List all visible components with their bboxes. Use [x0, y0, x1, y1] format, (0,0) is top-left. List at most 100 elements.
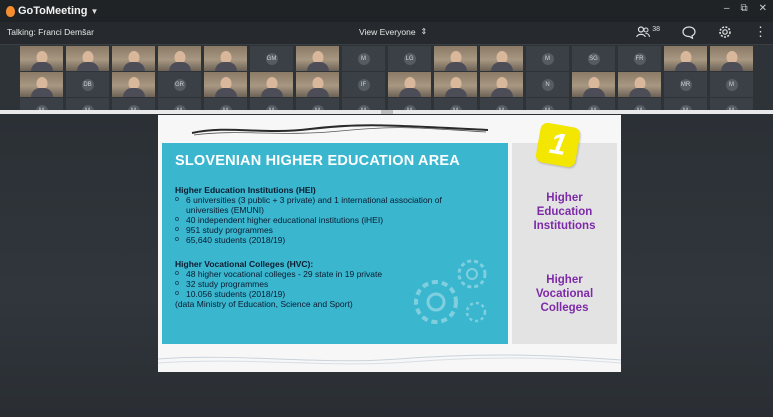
participant-tile[interactable]: [296, 46, 339, 71]
decorative-wave-icon: [191, 124, 489, 136]
participant-tile[interactable]: DB: [66, 72, 109, 97]
participant-tile[interactable]: M: [296, 98, 339, 110]
participant-tile[interactable]: [158, 46, 201, 71]
participant-tile[interactable]: [112, 72, 155, 97]
participant-tile[interactable]: IF: [342, 72, 385, 97]
participant-video-body: [720, 62, 743, 71]
hvc-item: 48 higher vocational colleges - 29 state…: [175, 269, 382, 279]
close-button[interactable]: ✕: [759, 3, 767, 14]
participant-tile[interactable]: M: [66, 98, 109, 110]
participant-tile[interactable]: M: [20, 98, 63, 110]
restore-button[interactable]: ⧉: [740, 3, 747, 14]
hei-item: 951 study programmes: [175, 225, 442, 235]
participant-video-body: [214, 62, 237, 71]
side-label-hei: Higher Education Institutions: [512, 191, 617, 233]
gear-icon: [719, 26, 731, 38]
participant-tile[interactable]: M: [342, 98, 385, 110]
participant-tile[interactable]: M: [664, 98, 707, 110]
participant-tile[interactable]: M: [618, 98, 661, 110]
participant-tile[interactable]: MR: [664, 72, 707, 97]
hei-section: Higher Education Institutions (HEI) 6 un…: [175, 185, 442, 245]
people-icon: [636, 26, 651, 38]
participant-tile[interactable]: M: [388, 98, 431, 110]
participant-video-body: [122, 62, 145, 71]
participant-tile[interactable]: M: [204, 98, 247, 110]
participant-tile[interactable]: [434, 72, 477, 97]
participant-tile[interactable]: M: [526, 98, 569, 110]
participants-count: 38: [652, 25, 660, 33]
participant-tile[interactable]: [388, 72, 431, 97]
participant-initials: LG: [403, 52, 416, 65]
participant-video-body: [30, 88, 53, 97]
participant-tile[interactable]: LG: [388, 46, 431, 71]
participant-tile[interactable]: M: [434, 98, 477, 110]
hei-item: 6 universities (3 public + 3 private) an…: [175, 195, 442, 205]
app-name: GoToMeeting: [18, 5, 88, 17]
participant-grid: GMMLGMSGFRDBGRIFNMRMMMMMMMMMMMMMMMMM: [20, 46, 755, 110]
participant-tile[interactable]: [572, 72, 615, 97]
participant-tile[interactable]: M: [710, 98, 753, 110]
more-options-button[interactable]: ⋮: [754, 24, 767, 40]
participant-tile[interactable]: [204, 46, 247, 71]
participant-video-body: [674, 62, 697, 71]
participant-tile[interactable]: [710, 46, 753, 71]
number-badge: 1: [534, 121, 582, 169]
view-selector[interactable]: View Everyone ⇕: [359, 27, 427, 37]
participant-tile[interactable]: FR: [618, 46, 661, 71]
participant-tile[interactable]: GM: [250, 46, 293, 71]
app-menu-button[interactable]: GoToMeeting ▼: [6, 5, 98, 17]
participant-tile[interactable]: [480, 46, 523, 71]
participant-tile[interactable]: [434, 46, 477, 71]
participant-tile[interactable]: [480, 72, 523, 97]
participant-tile[interactable]: [618, 72, 661, 97]
chat-button[interactable]: [682, 25, 696, 39]
participant-video-body: [122, 88, 145, 97]
side-label-line: Colleges: [540, 302, 589, 314]
participant-initials: GM: [265, 52, 278, 65]
chevron-down-icon: ▼: [90, 6, 99, 16]
talking-indicator: Talking: Franci Demšar: [7, 27, 94, 37]
bottom-wave-decoration-icon: [158, 354, 621, 365]
side-label-line: Higher: [546, 274, 583, 286]
participant-tile[interactable]: M: [526, 46, 569, 71]
participant-tile[interactable]: N: [526, 72, 569, 97]
participant-video-body: [398, 88, 421, 97]
participant-initials: IF: [357, 78, 370, 91]
up-down-chevron-icon: ⇕: [420, 27, 428, 36]
participants-button[interactable]: 38: [636, 26, 660, 38]
participant-tile[interactable]: GR: [158, 72, 201, 97]
settings-button[interactable]: [718, 25, 732, 39]
participant-tile[interactable]: [296, 72, 339, 97]
participant-tile[interactable]: M: [572, 98, 615, 110]
participant-initials: SG: [587, 52, 600, 65]
participant-video-body: [306, 62, 329, 71]
toolbar-actions: 38 ⋮: [636, 24, 767, 40]
participant-tile[interactable]: SG: [572, 46, 615, 71]
minimize-button[interactable]: –: [724, 3, 730, 14]
participant-tile[interactable]: [664, 46, 707, 71]
vertical-ellipsis-icon: ⋮: [754, 24, 767, 39]
participant-initials: M: [357, 52, 370, 65]
hei-item: 65,640 students (2018/19): [175, 235, 442, 245]
participant-tile[interactable]: [20, 72, 63, 97]
participant-initials: MR: [679, 78, 692, 91]
participant-tile[interactable]: [112, 46, 155, 71]
participant-tile[interactable]: M: [158, 98, 201, 110]
participant-video-body: [306, 88, 329, 97]
hvc-item: 32 study programmes: [175, 279, 382, 289]
participant-tile[interactable]: [20, 46, 63, 71]
participant-video-body: [260, 88, 283, 97]
participant-tile[interactable]: M: [112, 98, 155, 110]
participant-video-body: [628, 88, 651, 97]
participant-tile[interactable]: M: [342, 46, 385, 71]
participant-tile[interactable]: [204, 72, 247, 97]
participant-tile[interactable]: [250, 72, 293, 97]
participant-video-body: [76, 62, 99, 71]
chat-icon: [682, 25, 696, 39]
participant-tile[interactable]: [66, 46, 109, 71]
participant-video-body: [214, 88, 237, 97]
participant-tile[interactable]: M: [480, 98, 523, 110]
participant-tile[interactable]: M: [710, 72, 753, 97]
participant-initials: M: [541, 52, 554, 65]
participant-tile[interactable]: M: [250, 98, 293, 110]
